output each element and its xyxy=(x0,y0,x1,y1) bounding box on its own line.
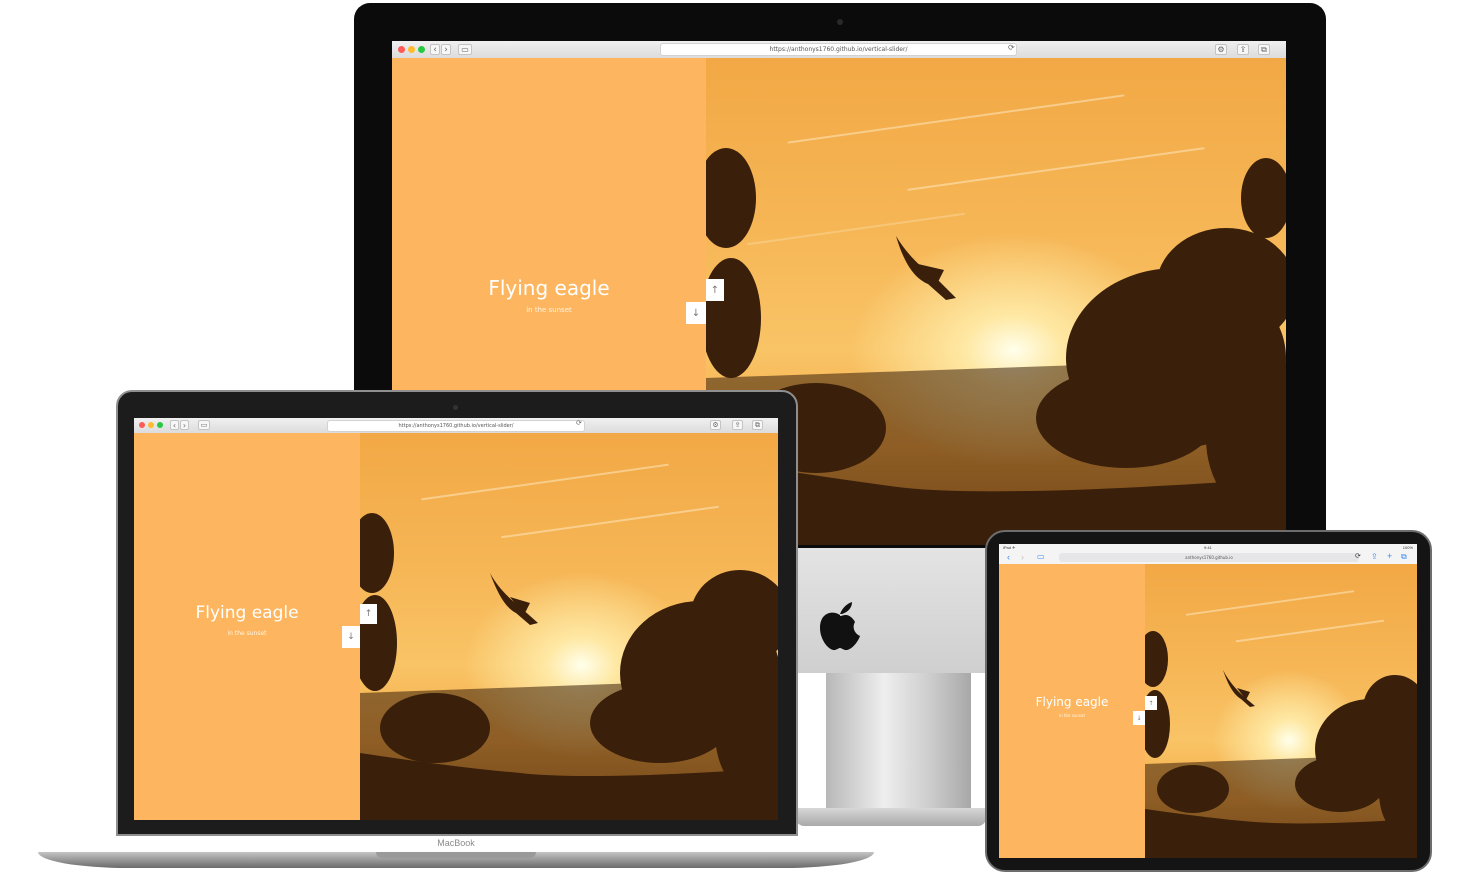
macbook-camera xyxy=(453,405,458,410)
status-left: iPad ✈ xyxy=(1003,545,1016,550)
tabs-icon[interactable]: ⧉ xyxy=(1401,552,1407,562)
sidebar-icon[interactable]: ▭ xyxy=(198,420,210,430)
slide-panel: Flying eagle in the sunset xyxy=(392,58,706,390)
macbook-brand: MacBook xyxy=(437,838,475,848)
address-bar[interactable]: anthonys1760.github.io xyxy=(1059,553,1359,562)
share-icon[interactable]: ⇪ xyxy=(1237,44,1249,55)
status-battery: 100% xyxy=(1402,545,1413,550)
slide-up-button[interactable]: ↑ xyxy=(360,604,377,624)
close-dot[interactable] xyxy=(398,46,405,53)
back-icon[interactable]: ‹ xyxy=(430,44,440,55)
url-text: https://anthonys1760.github.io/vertical-… xyxy=(398,423,514,429)
slide-title: Flying eagle xyxy=(488,276,610,300)
forward-icon[interactable]: › xyxy=(1021,552,1024,562)
back-icon[interactable]: ‹ xyxy=(1007,552,1010,562)
tabs-icon[interactable]: ⧉ xyxy=(1258,44,1270,55)
slide-down-button[interactable]: ↓ xyxy=(686,302,706,324)
forward-icon[interactable]: › xyxy=(441,44,451,55)
slide-up-button[interactable]: ↑ xyxy=(1145,696,1157,710)
imac-stand xyxy=(826,670,971,820)
url-text: anthonys1760.github.io xyxy=(1185,555,1233,560)
browser-toolbar: ‹ › ▭ https://anthonys1760.github.io/ver… xyxy=(134,418,778,434)
apple-logo-icon xyxy=(817,600,863,652)
sidebar-icon[interactable]: ▭ xyxy=(458,44,472,55)
ipad-status-bar: iPad ✈ 9:41 100% xyxy=(999,544,1417,552)
slide-down-button[interactable]: ↓ xyxy=(1133,711,1145,725)
imac-stand-base xyxy=(796,808,986,826)
reload-icon[interactable]: ⟳ xyxy=(576,419,582,427)
slide-panel: Flying eagle in the sunset xyxy=(999,564,1145,858)
share-icon[interactable]: ⇪ xyxy=(732,420,743,430)
slide-title: Flying eagle xyxy=(195,603,299,623)
browser-toolbar: ‹ › ▭ https://anthonys1760.github.io/ver… xyxy=(392,41,1286,59)
settings-icon[interactable]: ⚙ xyxy=(710,420,721,430)
back-icon[interactable]: ‹ xyxy=(170,420,179,430)
bookmarks-icon[interactable]: ▭ xyxy=(1037,552,1045,561)
slide-image xyxy=(1145,564,1417,858)
settings-icon[interactable]: ⚙ xyxy=(1215,44,1227,55)
slide-subtitle: in the sunset xyxy=(526,306,572,314)
slide-subtitle: in the sunset xyxy=(227,630,267,637)
imac-camera xyxy=(837,19,843,25)
slide-up-button[interactable]: ↑ xyxy=(706,279,724,301)
slide-down-button[interactable]: ↓ xyxy=(342,626,360,648)
url-text: https://anthonys1760.github.io/vertical-… xyxy=(769,46,908,53)
slide-subtitle: in the sunset xyxy=(1058,713,1086,718)
zoom-dot[interactable] xyxy=(157,422,163,428)
macbook-notch xyxy=(376,852,536,858)
close-dot[interactable] xyxy=(139,422,145,428)
minimize-dot[interactable] xyxy=(148,422,154,428)
address-bar[interactable]: https://anthonys1760.github.io/vertical-… xyxy=(327,420,585,432)
minimize-dot[interactable] xyxy=(408,46,415,53)
reload-icon[interactable]: ⟳ xyxy=(1008,43,1015,52)
slide-title: Flying eagle xyxy=(1035,695,1109,709)
reload-icon[interactable]: ⟳ xyxy=(1355,552,1361,560)
new-tab-icon[interactable]: + xyxy=(1387,551,1392,561)
tabs-icon[interactable]: ⧉ xyxy=(752,420,763,430)
slide-image xyxy=(360,433,778,820)
forward-icon[interactable]: › xyxy=(180,420,189,430)
slide-panel: Flying eagle in the sunset xyxy=(134,433,360,820)
address-bar[interactable]: https://anthonys1760.github.io/vertical-… xyxy=(660,43,1017,56)
status-time: 9:41 xyxy=(1204,545,1212,550)
zoom-dot[interactable] xyxy=(418,46,425,53)
share-icon[interactable]: ⇪ xyxy=(1371,552,1378,561)
